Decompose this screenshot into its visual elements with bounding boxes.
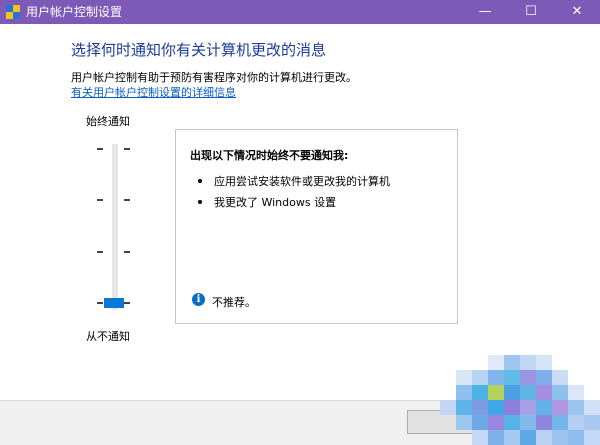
maximize-button[interactable]: ☐	[508, 0, 554, 24]
info-icon: i	[192, 293, 205, 306]
panel-title: 出现以下情况时始终不要通知我:	[190, 149, 349, 162]
title-bar: 用户帐户控制设置 — ☐ ✕	[0, 0, 600, 24]
close-button[interactable]: ✕	[554, 0, 600, 24]
uac-shield-icon	[6, 5, 20, 19]
list-item: 我更改了 Windows 设置	[198, 194, 336, 210]
description-text: 用户帐户控制有助于预防有害程序对你的计算机进行更改。	[71, 71, 357, 84]
notification-slider-track[interactable]	[112, 144, 118, 310]
description-panel: 出现以下情况时始终不要通知我: 应用尝试安装软件或更改我的计算机 我更改了 Wi…	[175, 129, 458, 324]
slider-label-always-notify: 始终通知	[86, 115, 130, 128]
bullet-icon	[198, 200, 202, 204]
list-item: 应用尝试安装软件或更改我的计算机	[198, 173, 390, 189]
slider-tick	[124, 199, 130, 201]
minimize-button[interactable]: —	[462, 0, 508, 24]
slider-tick	[97, 251, 103, 253]
slider-tick	[97, 199, 103, 201]
slider-tick	[124, 302, 130, 304]
slider-tick	[124, 251, 130, 253]
slider-tick	[97, 148, 103, 150]
recommendation-text: 不推荐。	[212, 296, 256, 309]
slider-tick	[97, 302, 103, 304]
watermark-mosaic	[440, 355, 600, 445]
slider-tick	[124, 148, 130, 150]
window-title: 用户帐户控制设置	[26, 5, 123, 19]
notification-slider-thumb[interactable]	[104, 298, 124, 308]
bullet-icon	[198, 179, 202, 183]
page-heading: 选择何时通知你有关计算机更改的消息	[71, 41, 327, 59]
details-link[interactable]: 有关用户帐户控制设置的详细信息	[71, 84, 236, 100]
slider-label-never-notify: 从不通知	[86, 330, 130, 343]
